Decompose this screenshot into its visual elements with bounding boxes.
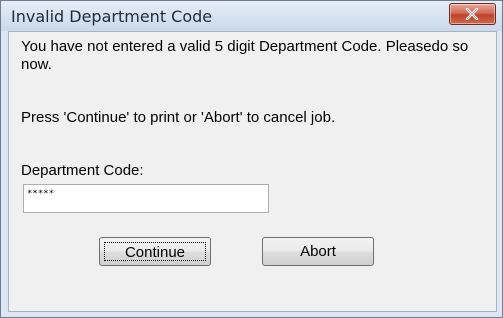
title-bar[interactable]: Invalid Department Code [1, 1, 502, 31]
close-button[interactable] [449, 3, 496, 25]
department-code-label: Department Code: [21, 162, 144, 179]
message-text: You have not entered a valid 5 digit Dep… [21, 38, 469, 73]
instruction-text: Press 'Continue' to print or 'Abort' to … [21, 109, 336, 126]
dialog-body: You have not entered a valid 5 digit Dep… [8, 31, 497, 312]
department-code-input[interactable]: ***** [23, 184, 269, 213]
close-icon [465, 8, 479, 20]
window-title: Invalid Department Code [11, 7, 213, 26]
abort-button[interactable]: Abort [262, 237, 374, 266]
continue-button-label: Continue [104, 242, 206, 261]
continue-button[interactable]: Continue [99, 237, 211, 266]
dialog-window: Invalid Department Code You have not ent… [0, 0, 503, 318]
